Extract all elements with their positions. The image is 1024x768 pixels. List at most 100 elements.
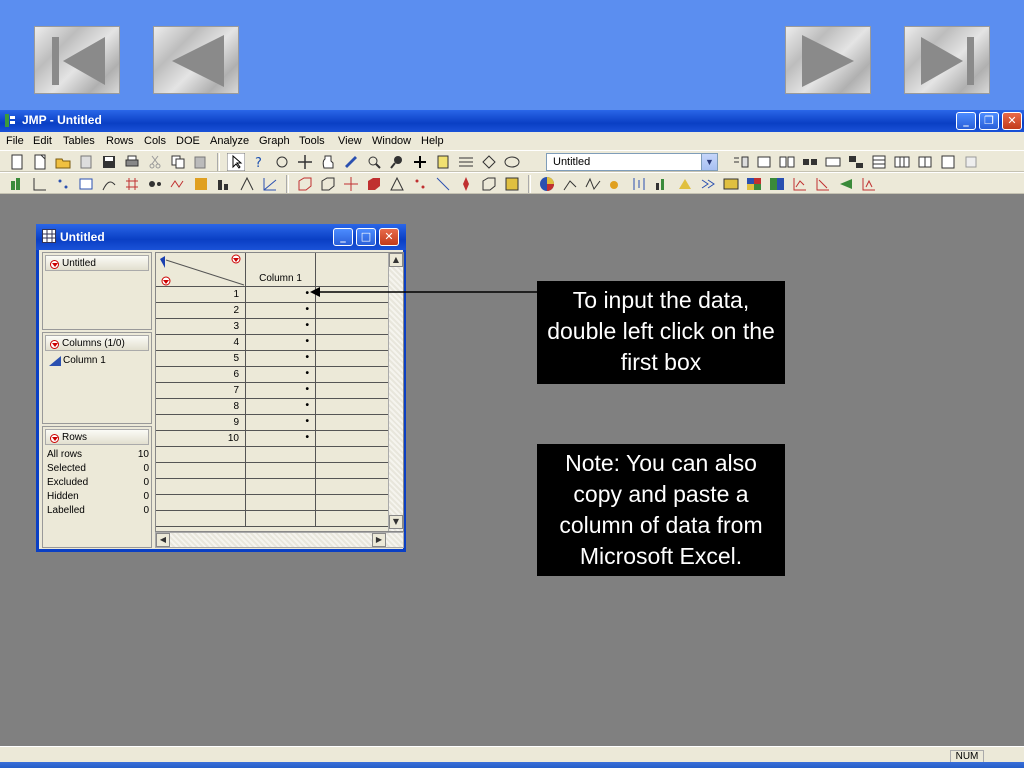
- cut-icon[interactable]: [146, 153, 164, 171]
- color-map-icon[interactable]: [768, 175, 786, 193]
- row-number[interactable]: 6: [156, 367, 246, 383]
- parallel-plot-icon[interactable]: [814, 175, 832, 193]
- child-close-button[interactable]: ✕: [379, 228, 399, 246]
- ellipse-icon[interactable]: [503, 153, 521, 171]
- data-cell[interactable]: •: [246, 431, 316, 447]
- pareto-icon[interactable]: [215, 175, 233, 193]
- custom-profiler-icon[interactable]: [503, 175, 521, 193]
- bar-chart-icon[interactable]: [653, 175, 671, 193]
- copy-icon[interactable]: [169, 153, 187, 171]
- table-row[interactable]: [156, 463, 388, 479]
- child-minimize-button[interactable]: _: [333, 228, 353, 246]
- new-document-icon[interactable]: [8, 153, 26, 171]
- overlay-plot-icon[interactable]: [584, 175, 602, 193]
- row-number[interactable]: 5: [156, 351, 246, 367]
- close-button[interactable]: ✕: [1002, 112, 1022, 130]
- next-slide-button[interactable]: [785, 26, 871, 94]
- scroll-up-icon[interactable]: ▲: [389, 253, 403, 267]
- previous-slide-button[interactable]: [153, 26, 239, 94]
- tables-sort-icon[interactable]: [870, 153, 888, 171]
- last-slide-button[interactable]: [904, 26, 990, 94]
- columns-section-header[interactable]: Columns (1/0): [45, 335, 149, 351]
- tree-map-icon[interactable]: [722, 175, 740, 193]
- data-cell[interactable]: •: [246, 367, 316, 383]
- row-number[interactable]: [156, 479, 246, 495]
- table-row[interactable]: 10 •: [156, 431, 388, 447]
- zoom-icon[interactable]: [388, 153, 406, 171]
- row-number[interactable]: 8: [156, 399, 246, 415]
- cube-icon[interactable]: [319, 175, 337, 193]
- table-row[interactable]: 2 •: [156, 303, 388, 319]
- table-row[interactable]: 5 •: [156, 351, 388, 367]
- menu-help[interactable]: Help: [421, 135, 444, 147]
- paste-icon[interactable]: [192, 153, 210, 171]
- lasso-icon[interactable]: [342, 153, 360, 171]
- chart-icon[interactable]: [561, 175, 579, 193]
- table-row[interactable]: 9 •: [156, 415, 388, 431]
- scroll-right-icon[interactable]: ▶: [372, 533, 386, 547]
- tables-transpose-icon[interactable]: [893, 153, 911, 171]
- tables-split-icon[interactable]: [755, 153, 773, 171]
- diagram-icon[interactable]: [238, 175, 256, 193]
- nonlinear-icon[interactable]: [100, 175, 118, 193]
- crosshair-icon[interactable]: [296, 153, 314, 171]
- save-icon[interactable]: [100, 153, 118, 171]
- data-cell[interactable]: [246, 495, 316, 511]
- menu-edit[interactable]: Edit: [33, 135, 52, 147]
- profiler-icon[interactable]: [434, 175, 452, 193]
- tables-join-icon[interactable]: [801, 153, 819, 171]
- magnifier-icon[interactable]: [365, 153, 383, 171]
- control-chart-icon[interactable]: [169, 175, 187, 193]
- variability-icon[interactable]: [192, 175, 210, 193]
- print-icon[interactable]: [123, 153, 141, 171]
- table-section-header[interactable]: Untitled: [45, 255, 149, 271]
- scroll-down-icon[interactable]: ▼: [389, 515, 403, 529]
- tables-summary-icon[interactable]: [939, 153, 957, 171]
- cell-plot-icon[interactable]: [837, 175, 855, 193]
- first-slide-button[interactable]: [34, 26, 120, 94]
- red-triangle-icon[interactable]: [50, 434, 59, 443]
- data-cell[interactable]: •: [246, 351, 316, 367]
- surface-plot-icon[interactable]: [457, 175, 475, 193]
- arrow-cursor-icon[interactable]: [227, 153, 245, 171]
- row-number[interactable]: 1: [156, 287, 246, 303]
- data-cell[interactable]: [246, 463, 316, 479]
- help-question-icon[interactable]: ?: [250, 153, 268, 171]
- row-number[interactable]: [156, 463, 246, 479]
- rows-section-header[interactable]: Rows: [45, 429, 149, 445]
- column-header[interactable]: Column 1: [246, 253, 316, 287]
- cube-plot-icon[interactable]: [296, 175, 314, 193]
- row-number[interactable]: 10: [156, 431, 246, 447]
- plus-icon[interactable]: [411, 153, 429, 171]
- restore-button[interactable]: ❐: [979, 112, 999, 130]
- table-row[interactable]: [156, 479, 388, 495]
- horizontal-scrollbar[interactable]: ◀ ▶: [155, 532, 404, 548]
- menu-tables[interactable]: Tables: [63, 135, 95, 147]
- table-row[interactable]: 3 •: [156, 319, 388, 335]
- data-cell[interactable]: •: [246, 319, 316, 335]
- table-row[interactable]: [156, 511, 388, 527]
- table-row[interactable]: 4 •: [156, 335, 388, 351]
- data-table-titlebar[interactable]: Untitled _ □ ✕: [36, 224, 406, 250]
- capability-icon[interactable]: [261, 175, 279, 193]
- menu-tools[interactable]: Tools: [299, 135, 325, 147]
- table-row[interactable]: [156, 495, 388, 511]
- child-maximize-button[interactable]: □: [356, 228, 376, 246]
- tables-missing-icon[interactable]: [962, 153, 980, 171]
- grid-corner[interactable]: [156, 253, 246, 287]
- data-cell[interactable]: •: [246, 383, 316, 399]
- fit-y-by-x-icon[interactable]: [31, 175, 49, 193]
- bubble-plot-icon[interactable]: [607, 175, 625, 193]
- row-number[interactable]: [156, 511, 246, 527]
- scatterplot-3d-icon[interactable]: [411, 175, 429, 193]
- red-triangle-icon[interactable]: [50, 340, 59, 349]
- menu-view[interactable]: View: [338, 135, 362, 147]
- row-number[interactable]: 9: [156, 415, 246, 431]
- scroll-left-icon[interactable]: ◀: [156, 533, 170, 547]
- row-number[interactable]: [156, 495, 246, 511]
- menu-doe[interactable]: DOE: [176, 135, 200, 147]
- red-triangle-icon[interactable]: [50, 260, 59, 269]
- menu-cols[interactable]: Cols: [144, 135, 166, 147]
- tables-update-icon[interactable]: [824, 153, 842, 171]
- grabber-hand-icon[interactable]: [319, 153, 337, 171]
